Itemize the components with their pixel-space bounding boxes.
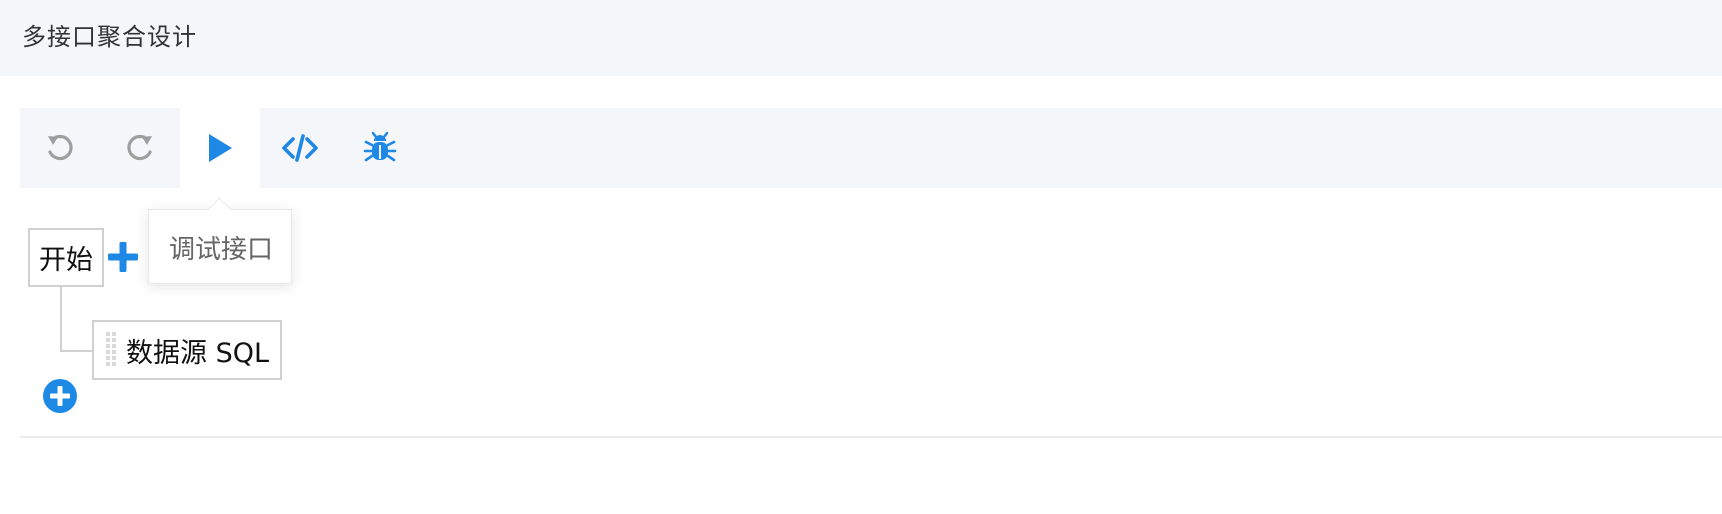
undo-icon: [48, 134, 73, 161]
redo-icon: [127, 134, 152, 161]
code-button[interactable]: [260, 108, 340, 188]
node-label: 数据源 SQL: [126, 337, 270, 369]
debug-button[interactable]: [340, 108, 420, 188]
redo-button[interactable]: [100, 108, 180, 188]
tooltip-text: 调试接口: [168, 235, 273, 265]
add-child-node-button[interactable]: [42, 378, 78, 414]
toolbar: [20, 108, 1722, 188]
page-header: 多接口聚合设计: [0, 0, 1722, 76]
start-node[interactable]: 开始: [28, 228, 104, 287]
bug-icon: [363, 131, 397, 162]
flow-connector-horizontal: [60, 350, 92, 352]
plus-circle-icon: [43, 379, 77, 413]
run-tooltip: 调试接口: [148, 197, 292, 284]
run-button[interactable]: [180, 108, 260, 188]
play-icon: [209, 134, 232, 162]
code-icon: [282, 134, 318, 162]
flow-connector-vertical: [60, 287, 62, 352]
page-title: 多接口聚合设计: [22, 23, 197, 51]
plus-icon: [108, 242, 138, 272]
undo-button[interactable]: [20, 108, 100, 188]
datasource-sql-node[interactable]: 数据源 SQL: [92, 320, 282, 380]
add-node-button[interactable]: [106, 240, 140, 274]
divider: [20, 436, 1722, 438]
drag-handle-icon[interactable]: [106, 332, 118, 368]
